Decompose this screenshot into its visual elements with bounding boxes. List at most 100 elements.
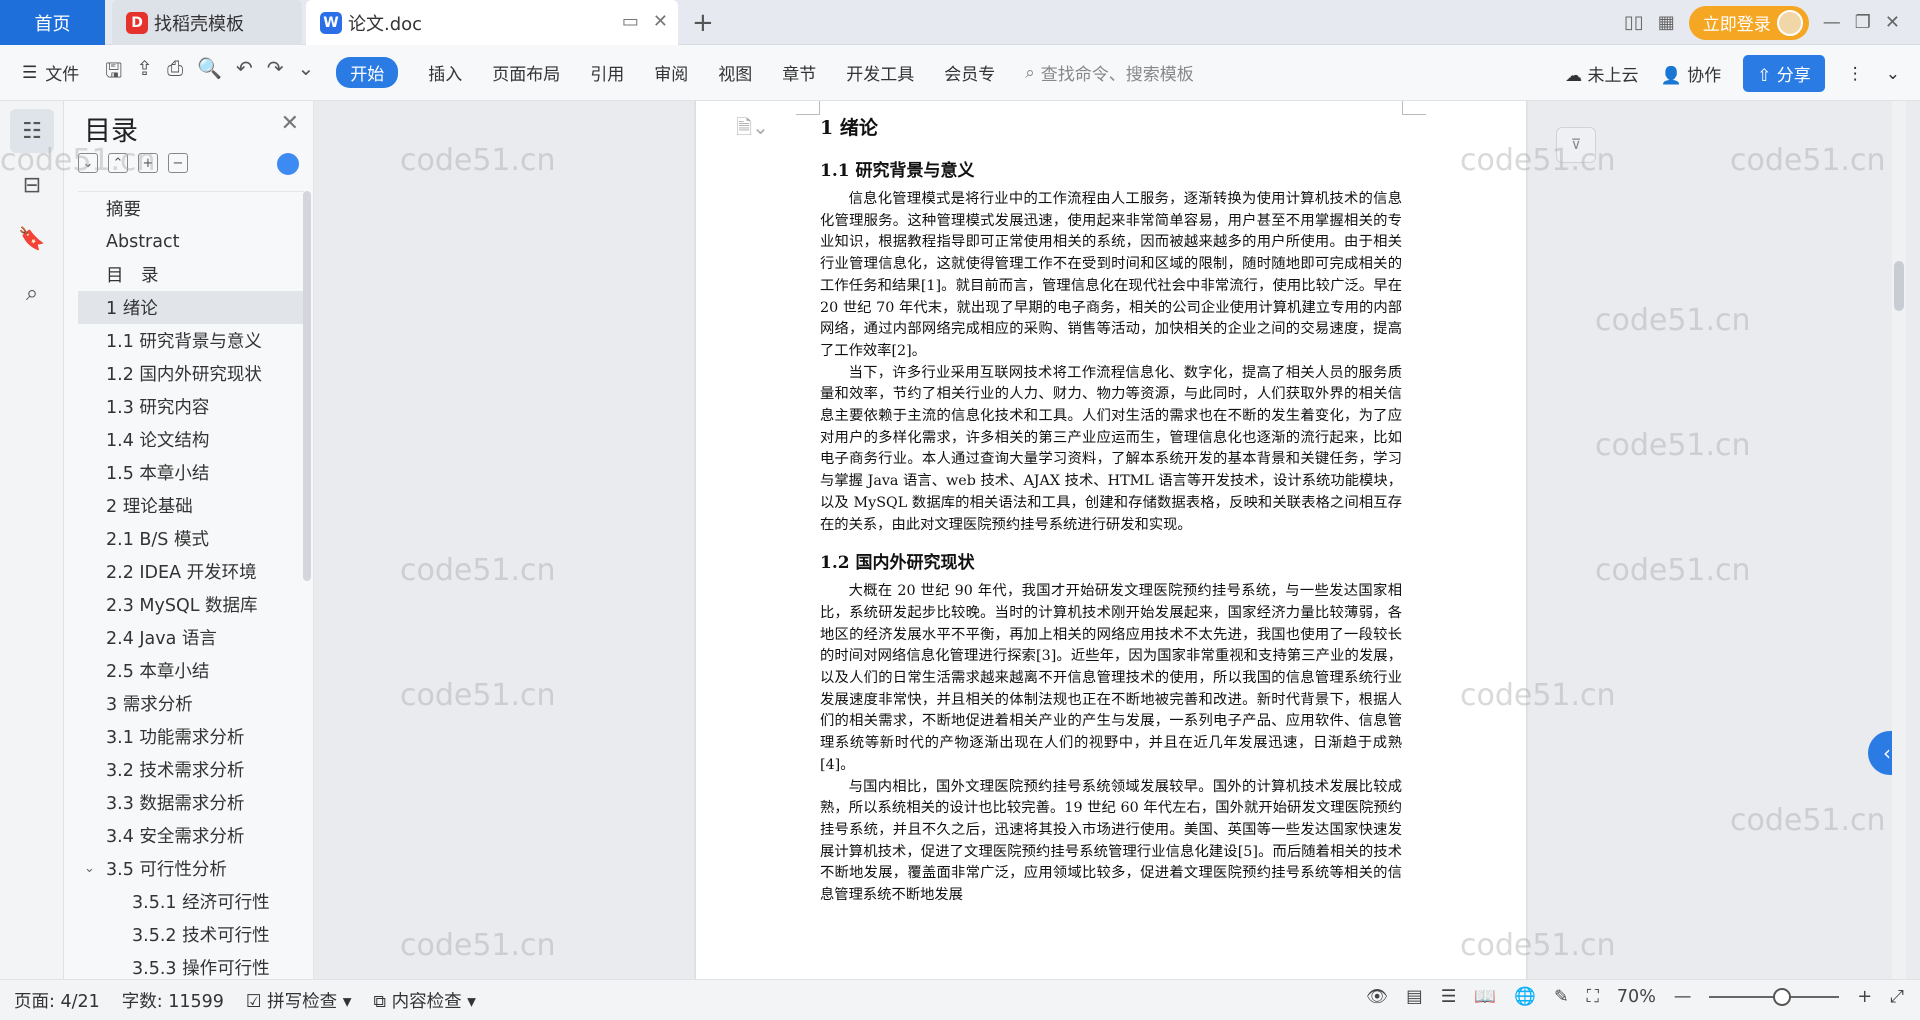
share-button[interactable]: ⇧ 分享: [1743, 55, 1825, 92]
paragraph: 大概在 20 世纪 90 年代，我国才开始研发文理医院预约挂号系统，与一些发达国…: [820, 583, 1402, 773]
paragraph: 当下，许多行业采用互联网技术将工作流程信息化、数字化，提高了相关人员的服务质量和…: [820, 364, 1402, 533]
find-icon[interactable]: ⌕: [10, 271, 54, 315]
toc-item[interactable]: Abstract: [78, 225, 304, 258]
share-label: 分享: [1776, 66, 1811, 86]
toc-item[interactable]: 3.2 技术需求分析: [78, 753, 304, 786]
ribbon-toolbar: ☰ 文件 🖫 ⇪ ⎙ 🔍 ↶ ↷ ⌄ 开始 插入 页面布局 引用 审阅 视图 章…: [0, 45, 1920, 101]
collapse-panel-icon[interactable]: ⊽: [1556, 127, 1596, 163]
tab-page-layout[interactable]: 页面布局: [492, 60, 560, 85]
scroll-thumb[interactable]: [1894, 261, 1904, 311]
toc-item[interactable]: 3.5.2 技术可行性: [78, 918, 304, 951]
remove-heading-icon[interactable]: −: [168, 153, 188, 173]
chevron-down-icon[interactable]: ⌄: [84, 861, 95, 876]
grid-apps-icon[interactable]: ▦: [1658, 12, 1675, 33]
fullscreen-icon[interactable]: ⤢: [1890, 987, 1904, 1007]
word-count[interactable]: 字数: 11599: [122, 988, 224, 1013]
minimize-icon[interactable]: —: [1823, 12, 1841, 33]
zoom-out-icon[interactable]: —: [1674, 987, 1692, 1007]
toc-item[interactable]: 1.2 国内外研究现状: [78, 357, 304, 390]
toc-item[interactable]: 1.1 研究背景与意义: [78, 324, 304, 357]
tab-template[interactable]: D 找稻壳模板: [112, 0, 302, 45]
page-view-icon[interactable]: ▤: [1406, 987, 1423, 1007]
tab-view[interactable]: 视图: [718, 60, 752, 85]
undo-icon[interactable]: ↶: [236, 56, 253, 90]
toc-item[interactable]: 摘要: [78, 192, 304, 225]
zoom-level[interactable]: 70%: [1617, 987, 1656, 1007]
collapse-all-icon[interactable]: ⌃: [108, 153, 128, 173]
tab-insert[interactable]: 插入: [428, 60, 462, 85]
toc-item[interactable]: 3.5.1 经济可行性: [78, 885, 304, 918]
tab-start[interactable]: 开始: [336, 57, 399, 88]
tab-review[interactable]: 审阅: [654, 60, 688, 85]
tab-home[interactable]: 首页: [0, 0, 105, 45]
reading-view-icon[interactable]: 📖: [1474, 987, 1496, 1007]
bookmark-icon[interactable]: 🔖: [10, 217, 54, 261]
vertical-scrollbar[interactable]: [1892, 101, 1906, 979]
toc-item[interactable]: 2.5 本章小结: [78, 654, 304, 687]
toc-item[interactable]: 3 需求分析: [78, 687, 304, 720]
file-menu[interactable]: ☰ 文件: [22, 60, 79, 86]
more-menu-icon[interactable]: ⋮: [1847, 64, 1864, 84]
save-icon[interactable]: 🖫: [105, 56, 122, 90]
navigation-icon[interactable]: ⊟: [10, 163, 54, 207]
export-icon[interactable]: ⇪: [136, 56, 153, 90]
write-mode-icon[interactable]: ✎: [1554, 987, 1569, 1007]
toc-item[interactable]: 2.4 Java 语言: [78, 621, 304, 654]
paragraph-mark-icon[interactable]: 🗎⌄: [736, 113, 769, 147]
tab-references[interactable]: 引用: [590, 60, 624, 85]
tab-document[interactable]: W 论文.doc ▭ ✕: [306, 0, 678, 45]
zoom-slider[interactable]: [1709, 988, 1840, 1006]
redo-icon[interactable]: ↷: [267, 56, 284, 90]
cloud-icon: ☁: [1565, 66, 1588, 86]
toc-item[interactable]: 目 录: [78, 258, 304, 291]
add-heading-icon[interactable]: +: [138, 153, 158, 173]
tab-member[interactable]: 会员专: [944, 60, 995, 85]
tab-developer[interactable]: 开发工具: [846, 60, 914, 85]
toc-item[interactable]: 2 理论基础: [78, 489, 304, 522]
zoom-slider-thumb[interactable]: [1773, 988, 1792, 1006]
new-tab-button[interactable]: +: [692, 8, 714, 38]
document-content[interactable]: 1 绪论 1.1 研究背景与意义 信息化管理模式是将行业中的工作流程由人工服务，…: [820, 113, 1402, 907]
eye-protection-icon[interactable]: 👁: [1366, 987, 1388, 1007]
toc-item[interactable]: 2.2 IDEA 开发环境: [78, 555, 304, 588]
login-button[interactable]: 立即登录: [1688, 5, 1809, 40]
toc-item[interactable]: 3.5.3 操作可行性: [78, 951, 304, 981]
collab-button[interactable]: 👤 协作: [1661, 61, 1722, 86]
preview-icon[interactable]: 🔍: [197, 56, 222, 90]
toc-item-active[interactable]: 1 绪论: [78, 291, 304, 324]
expand-all-icon[interactable]: ⌄: [78, 153, 98, 173]
toc-item[interactable]: 3.3 数据需求分析: [78, 786, 304, 819]
toc-item[interactable]: 1.5 本章小结: [78, 456, 304, 489]
restore-icon[interactable]: ❐: [1855, 12, 1871, 33]
layout-icon[interactable]: ▯▯: [1624, 12, 1644, 33]
page-indicator[interactable]: 页面: 4/21: [14, 988, 100, 1013]
document-page[interactable]: 🗎⌄ 1 绪论 1.1 研究背景与意义 信息化管理模式是将行业中的工作流程由人工…: [696, 101, 1526, 979]
toc-item[interactable]: 3.1 功能需求分析: [78, 720, 304, 753]
command-search[interactable]: ⌕ 查找命令、搜索模板: [1025, 60, 1194, 86]
toc-item[interactable]: 1.4 论文结构: [78, 423, 304, 456]
more-dropdown-icon[interactable]: ⌄: [298, 56, 315, 90]
toc-item[interactable]: 2.3 MySQL 数据库: [78, 588, 304, 621]
print-icon[interactable]: ⎙: [167, 56, 183, 90]
window-float-icon[interactable]: ▭: [622, 11, 639, 32]
toc-item[interactable]: 2.1 B/S 模式: [78, 522, 304, 555]
ai-assistant-icon[interactable]: [277, 153, 299, 175]
spell-check-button[interactable]: ☑ 拼写检查 ▾: [246, 988, 352, 1013]
content-check-button[interactable]: ⧉ 内容检查 ▾: [374, 988, 476, 1013]
close-window-icon[interactable]: ✕: [1885, 12, 1900, 33]
zoom-in-icon[interactable]: +: [1857, 987, 1872, 1007]
close-tab-icon[interactable]: ✕: [653, 11, 668, 32]
web-view-icon[interactable]: 🌐: [1514, 987, 1536, 1007]
cloud-status[interactable]: ☁ 未上云: [1565, 61, 1638, 86]
close-icon[interactable]: ✕: [281, 111, 299, 136]
toc-scrollbar[interactable]: [303, 191, 311, 581]
toc-item-expanded[interactable]: ⌄ 3.5 可行性分析: [78, 852, 304, 885]
toc-item[interactable]: 1.3 研究内容: [78, 390, 304, 423]
tab-chapter[interactable]: 章节: [782, 60, 816, 85]
outline-view-icon[interactable]: ☰: [1441, 987, 1457, 1007]
collapse-ribbon-icon[interactable]: ⌄: [1886, 64, 1900, 84]
spell-check-icon: ☑: [245, 991, 268, 1012]
toc-panel-icon[interactable]: ☷: [10, 109, 54, 153]
fit-page-icon[interactable]: ⛶: [1587, 987, 1599, 1007]
toc-item[interactable]: 3.4 安全需求分析: [78, 819, 304, 852]
